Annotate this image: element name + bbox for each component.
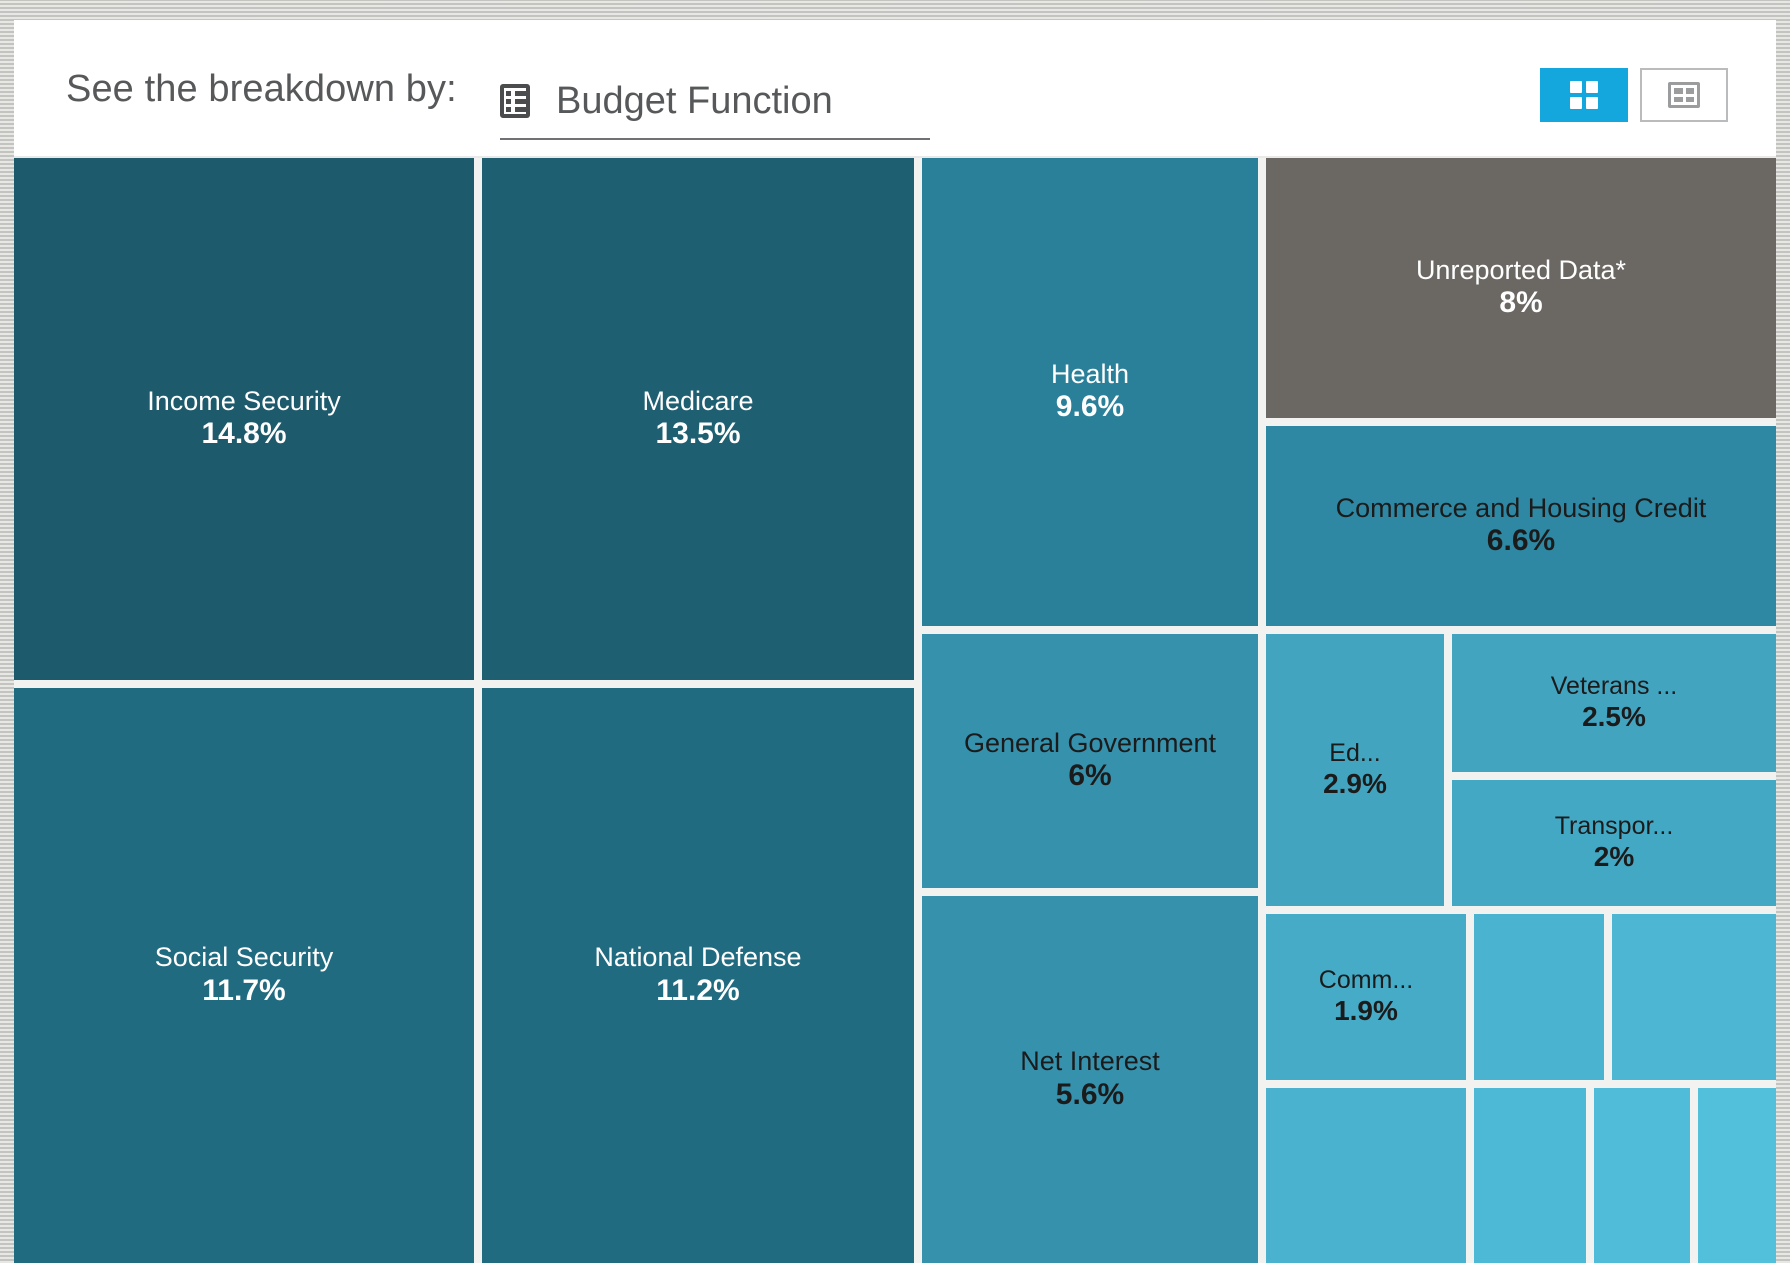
view-toggle-group [1540,68,1728,122]
tile-percent: 8% [1499,286,1543,320]
table-view-button[interactable] [1640,68,1728,122]
treemap-tile-veterans[interactable]: Veterans ... 2.5% [1452,634,1776,772]
tile-label: Unreported Data* [1415,254,1627,285]
treemap-view-button[interactable] [1540,68,1628,122]
grid-table-icon [500,84,530,118]
treemap-tile-commerce-and-housing-credit[interactable]: Commerce and Housing Credit 6.6% [1266,426,1776,626]
tile-percent: 2% [1593,841,1635,873]
tile-label: Social Security [154,942,334,973]
treemap-tile-general-government[interactable]: General Government 6% [922,634,1258,888]
tile-percent: 11.7% [202,973,286,1007]
breakdown-dropdown-value: Budget Function [556,79,833,122]
tile-percent: 14.8% [201,417,287,451]
tile-percent: 5.6% [1055,1077,1125,1111]
tile-label: General Government [963,727,1217,758]
breakdown-dropdown[interactable]: Budget Function [500,64,930,140]
treemap-tile-education[interactable]: Ed... 2.9% [1266,634,1444,906]
tile-percent: 6.6% [1486,524,1556,558]
four-pane-treemap-icon [1570,81,1598,109]
tile-percent: 2.5% [1582,701,1646,733]
tile-percent: 2.9% [1323,768,1387,800]
tile-label: National Defense [594,942,802,973]
tile-percent: 13.5% [655,417,741,451]
tile-label: Comm... [1318,966,1414,995]
tile-label: Commerce and Housing Credit [1335,492,1707,523]
tile-percent: 6% [1068,759,1112,793]
treemap-tile-social-security[interactable]: Social Security 11.7% [14,688,474,1263]
tile-percent: 9.6% [1055,390,1125,424]
treemap-chart: Income Security 14.8% Medicare 13.5% Soc… [14,158,1776,1263]
treemap-tile-unlabeled-4[interactable] [1474,1088,1586,1263]
table-view-icon [1668,82,1700,108]
tile-label: Medicare [642,385,754,416]
header-bar: See the breakdown by: Budget Function [14,20,1776,158]
screenshot-root: See the breakdown by: Budget Function In… [0,0,1790,1263]
treemap-tile-national-defense[interactable]: National Defense 11.2% [482,688,914,1263]
treemap-tile-unlabeled-3[interactable] [1266,1088,1466,1263]
tile-label: Veterans ... [1550,672,1678,701]
treemap-tile-transportation[interactable]: Transpor... 2% [1452,780,1776,906]
treemap-tile-unreported-data[interactable]: Unreported Data* 8% [1266,158,1776,418]
tile-label: Income Security [147,385,341,416]
breakdown-prompt-label: See the breakdown by: [66,68,457,110]
treemap-tile-unlabeled-5[interactable] [1594,1088,1690,1263]
treemap-tile-income-security[interactable]: Income Security 14.8% [14,158,474,680]
treemap-tile-unlabeled-1[interactable] [1474,914,1604,1080]
tile-percent: 11.2% [656,973,740,1007]
tile-label: Transpor... [1554,812,1674,841]
tile-label: Ed... [1329,739,1381,768]
treemap-tile-health[interactable]: Health 9.6% [922,158,1258,626]
tile-percent: 1.9% [1334,995,1398,1027]
treemap-tile-net-interest[interactable]: Net Interest 5.6% [922,896,1258,1263]
treemap-card: See the breakdown by: Budget Function In… [14,20,1776,1263]
treemap-tile-unlabeled-6[interactable] [1698,1088,1776,1263]
tile-label: Net Interest [1020,1046,1160,1077]
treemap-tile-unlabeled-2[interactable] [1612,914,1776,1080]
treemap-tile-community[interactable]: Comm... 1.9% [1266,914,1466,1080]
tile-label: Health [1050,358,1130,389]
treemap-tile-medicare[interactable]: Medicare 13.5% [482,158,914,680]
